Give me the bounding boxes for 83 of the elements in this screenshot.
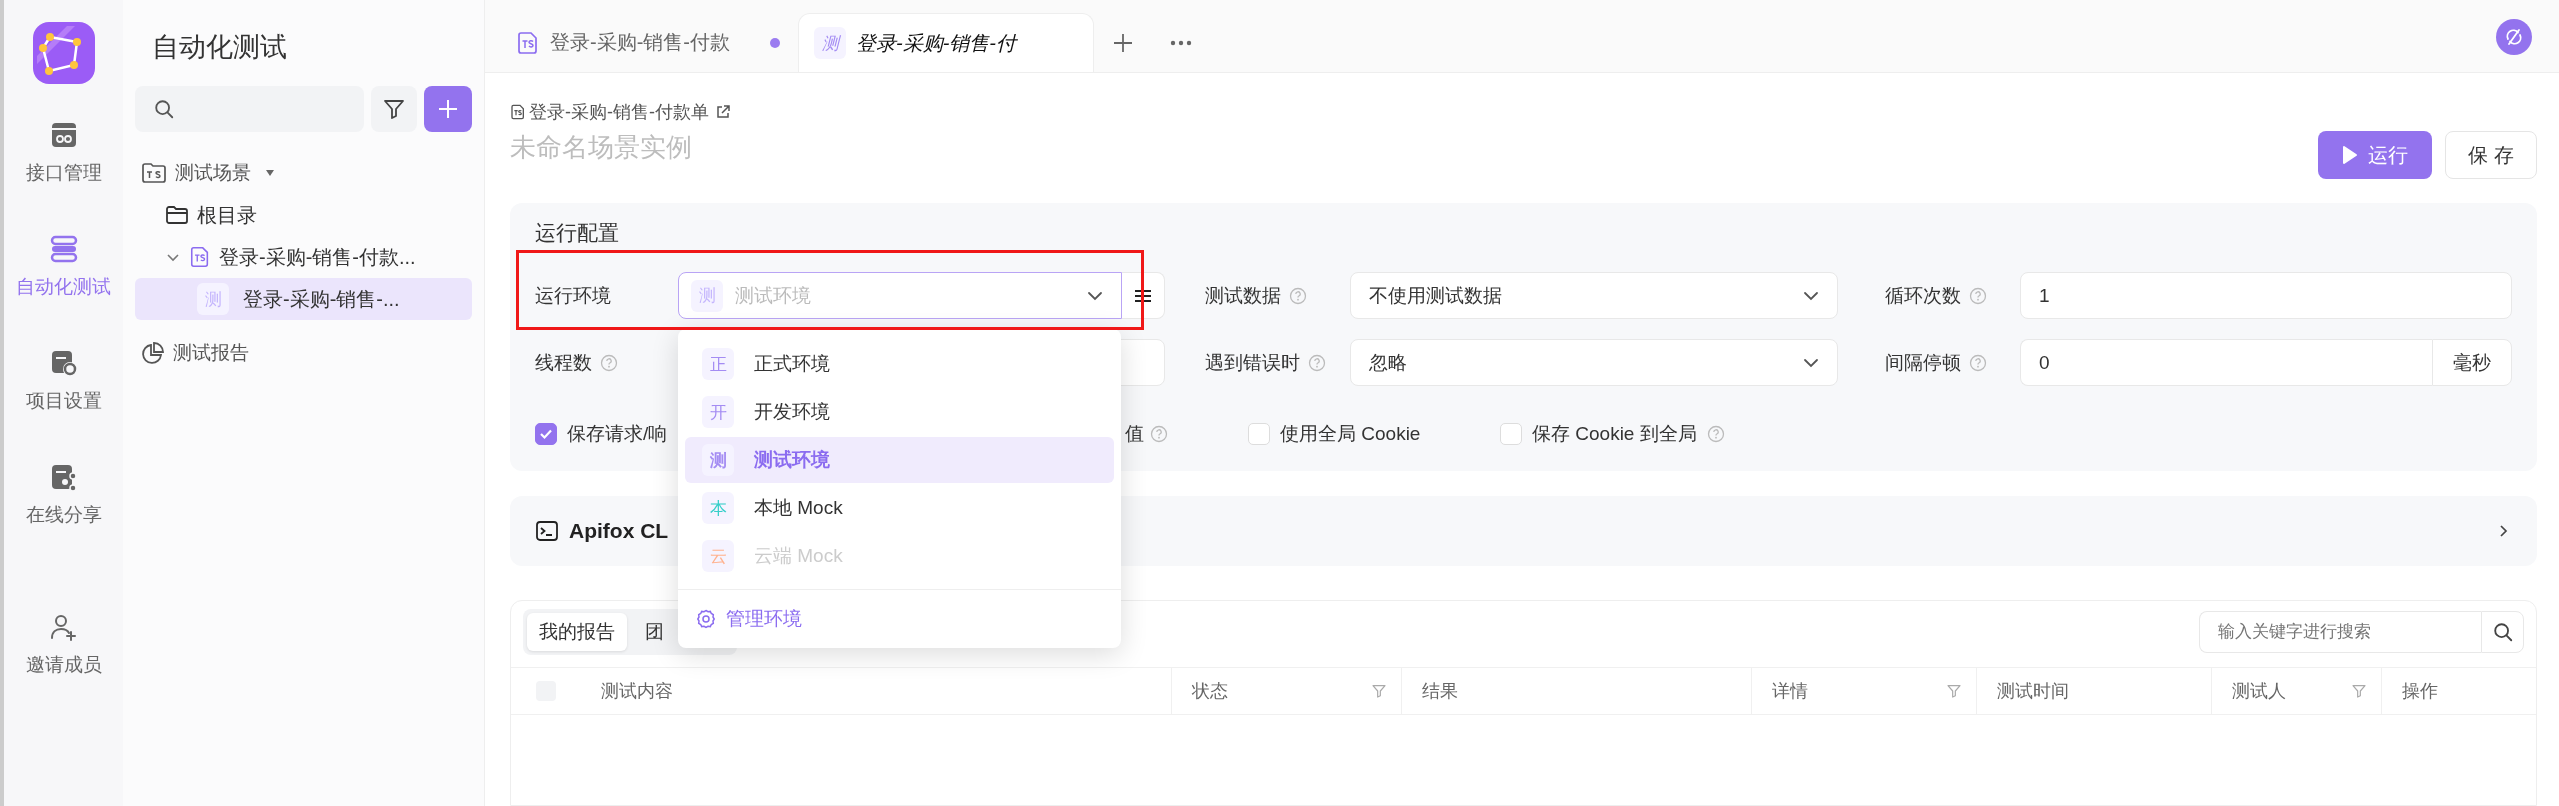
editor-tab[interactable]: 测 登录-采购-销售-付 — [798, 13, 1094, 72]
report-tab[interactable]: 我的报告 — [527, 613, 627, 651]
search-button[interactable] — [2481, 611, 2524, 653]
folder-ts-icon — [141, 160, 167, 186]
dropdown-option[interactable]: 开 开发环境 — [685, 389, 1114, 435]
column-header: 详情 — [1772, 680, 1808, 703]
env-badge: 测 — [702, 444, 734, 476]
column-header: 测试人 — [2232, 680, 2286, 703]
list-button[interactable] — [1122, 272, 1165, 319]
dropdown-option[interactable]: 正 正式环境 — [685, 341, 1114, 387]
env-badge: 正 — [702, 348, 734, 380]
ts-file-icon — [510, 104, 526, 120]
gear-icon — [696, 609, 716, 629]
tree-item[interactable]: 测试场景 — [135, 152, 472, 194]
nav-item[interactable]: 邀请成员 — [25, 612, 102, 726]
tree-item[interactable]: 登录-采购-销售-付款... — [135, 236, 472, 278]
filter-icon[interactable] — [2351, 683, 2367, 699]
column-header: 测试时间 — [1997, 680, 2069, 703]
play-icon — [2342, 145, 2359, 165]
env-badge: 本 — [702, 492, 734, 524]
column-header: 测试内容 — [601, 680, 673, 703]
field-label: 运行环境 — [535, 283, 611, 308]
run-button[interactable]: 运行 — [2318, 131, 2433, 179]
option-label: 使用全局 Cookie — [1280, 422, 1421, 446]
external-link-icon — [715, 104, 731, 120]
search-field[interactable]: 输入关键字进行搜索 — [2199, 611, 2481, 653]
sync-button[interactable] — [2496, 19, 2532, 55]
editor-tab[interactable]: 登录-采购-销售-付款 — [498, 13, 798, 72]
column-header: 操作 — [2402, 680, 2438, 703]
folder-icon — [165, 203, 189, 227]
save-button[interactable]: 保 存 — [2445, 131, 2537, 179]
field-label: 间隔停顿 — [1885, 350, 1961, 375]
filter-icon[interactable] — [1946, 683, 1962, 699]
select-field[interactable]: 忽略 — [1350, 339, 1838, 386]
input-field[interactable]: 1 — [2020, 272, 2512, 319]
option-label: 保存 Cookie 到全局 — [1532, 422, 1697, 446]
option-label: 保存请求/响 — [567, 422, 668, 446]
search-field[interactable] — [135, 86, 364, 132]
dropdown-option[interactable]: 本 本地 Mock — [685, 485, 1114, 531]
add-user-icon — [48, 612, 79, 642]
check-icon — [539, 427, 553, 441]
list-icon — [1133, 287, 1153, 304]
input-field[interactable]: 0 — [2020, 339, 2432, 386]
panel-title: Apifox CL — [569, 519, 669, 543]
breadcrumb-link[interactable]: 登录-采购-销售-付款单 — [529, 100, 709, 124]
env-badge: 云 — [702, 540, 734, 572]
add-button[interactable] — [424, 86, 472, 132]
column-header: 状态 — [1192, 680, 1228, 703]
tree-item[interactable]: 测试报告 — [135, 332, 472, 374]
search-icon — [153, 98, 175, 120]
field-label: 线程数 — [535, 350, 592, 375]
search-icon — [2491, 621, 2514, 643]
plus-icon — [1112, 31, 1134, 54]
pie-chart-icon — [141, 341, 165, 365]
checkbox[interactable] — [535, 423, 557, 445]
nav-item[interactable]: 在线分享 — [25, 462, 102, 576]
app-logo — [32, 22, 95, 84]
option-label: 值 — [1125, 422, 1144, 446]
nav-item[interactable]: 接口管理 — [25, 120, 102, 234]
ts-file-icon — [516, 30, 540, 55]
terminal-icon — [535, 519, 559, 543]
stack-icon — [48, 234, 79, 264]
select-field[interactable]: 不使用测试数据 — [1350, 272, 1838, 319]
panel-title: 自动化测试 — [152, 31, 288, 64]
ts-file-icon — [189, 246, 211, 268]
section-title: 运行配置 — [535, 220, 620, 246]
more-icon — [1169, 38, 1193, 47]
nav-item[interactable]: 项目设置 — [25, 348, 102, 462]
unit-label: 毫秒 — [2432, 339, 2512, 386]
env-badge: 测 — [691, 279, 723, 312]
filter-button[interactable] — [370, 86, 418, 132]
name-field[interactable]: 未命名场景实例 — [510, 132, 1010, 163]
column-header: 结果 — [1422, 680, 1458, 703]
field-label: 遇到错误时 — [1205, 350, 1300, 375]
filter-icon — [381, 97, 406, 121]
env-badge: 测 — [814, 27, 846, 59]
env-badge: 开 — [702, 396, 734, 428]
field-label: 循环次数 — [1885, 283, 1961, 308]
filter-icon[interactable] — [1371, 683, 1387, 699]
field-label: 测试数据 — [1205, 283, 1281, 308]
env-badge: 测 — [197, 283, 229, 315]
tree-item[interactable]: 根目录 — [135, 194, 472, 236]
tree-item[interactable]: 测 登录-采购-销售-... — [135, 278, 472, 320]
